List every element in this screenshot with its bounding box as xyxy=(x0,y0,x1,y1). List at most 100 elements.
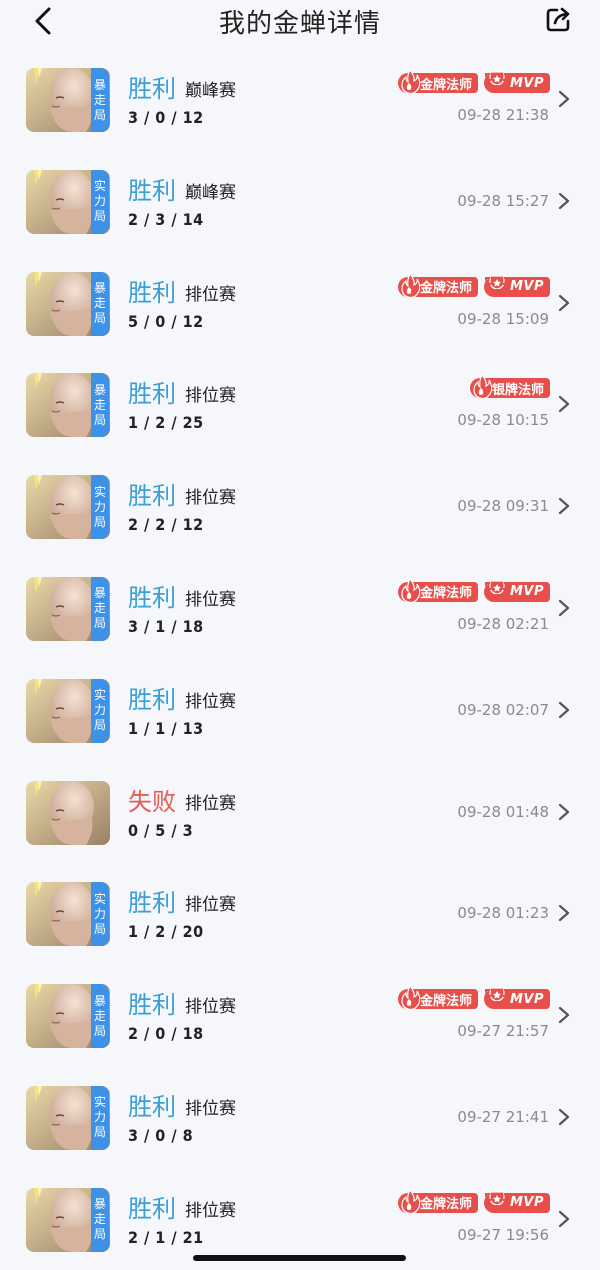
game-type: 排位赛 xyxy=(185,488,236,509)
mode-tag-char: 走 xyxy=(93,92,106,107)
mode-tag: 暴走局 xyxy=(91,271,109,336)
kda-score: 1 / 1 / 13 xyxy=(128,718,204,738)
kda-score: 3 / 1 / 18 xyxy=(128,616,204,636)
medal-badge: 银牌法师 xyxy=(469,374,550,400)
match-time: 09-28 02:21 xyxy=(457,614,549,633)
hero-portrait-icon xyxy=(26,780,110,845)
mode-tag-char: 走 xyxy=(93,1008,106,1023)
game-type: 排位赛 xyxy=(185,386,236,407)
trophy-icon xyxy=(484,1191,509,1212)
kda-score: 3 / 0 / 12 xyxy=(128,108,204,127)
medal-badge: 金牌法师 xyxy=(397,69,478,95)
mode-tag-char: 局 xyxy=(93,921,106,936)
chevron-right-icon xyxy=(558,905,570,922)
badge-group: 金牌法师 MVP xyxy=(397,577,550,604)
mode-tag-char: 暴 xyxy=(93,1197,106,1212)
medal-badge: 金牌法师 xyxy=(397,577,478,604)
match-result: 胜利 xyxy=(128,75,176,103)
mode-tag-char: 暴 xyxy=(93,586,106,601)
chevron-right-icon xyxy=(558,294,570,311)
mode-tag-char: 局 xyxy=(93,209,106,224)
match-row[interactable]: 暴走局 胜利 排位赛 5 / 0 / 12 金牌法师 MVP 09-28 15:09 xyxy=(0,252,600,354)
match-row[interactable]: 暴走局 胜利 排位赛 1 / 2 / 25 银牌法师 09-28 10:15 xyxy=(0,353,600,455)
mode-tag-char: 实 xyxy=(93,688,106,703)
match-row[interactable]: 暴走局 胜利 巅峰赛 3 / 0 / 12 金牌法师 MVP 09-28 21:38 xyxy=(0,48,600,150)
page-title: 我的金蝉详情 xyxy=(218,9,381,39)
mode-tag-char: 力 xyxy=(93,703,106,718)
badge-group: 金牌法师 MVP xyxy=(397,69,550,95)
match-row[interactable]: 失败 排位赛 0 / 5 / 3 09-28 01:48 xyxy=(0,761,600,863)
badge-label: 金牌法师 xyxy=(419,77,472,93)
match-result: 胜利 xyxy=(128,482,176,511)
mvp-badge: MVP xyxy=(483,274,550,297)
match-result: 胜利 xyxy=(128,1092,176,1121)
mode-tag-char: 局 xyxy=(93,718,106,733)
flame-icon xyxy=(401,1188,420,1214)
match-result: 胜利 xyxy=(128,380,176,409)
kda-score: 0 / 5 / 3 xyxy=(128,820,194,840)
mode-tag-char: 暴 xyxy=(93,993,106,1008)
game-type: 排位赛 xyxy=(185,1200,236,1221)
mode-tag-char: 实 xyxy=(93,484,106,499)
kda-score: 2 / 0 / 18 xyxy=(128,1024,204,1044)
mvp-badge: MVP xyxy=(483,580,550,602)
badge-label: MVP xyxy=(509,991,544,1007)
badge-label: MVP xyxy=(509,279,544,295)
mvp-badge: MVP xyxy=(483,71,550,93)
match-row[interactable]: 暴走局 胜利 排位赛 2 / 0 / 18 金牌法师 MVP 09-27 21:57 xyxy=(0,964,600,1066)
kda-score: 1 / 2 / 25 xyxy=(128,413,204,433)
match-row[interactable]: 实力局 胜利 巅峰赛 2 / 3 / 14 09-28 15:27 xyxy=(0,150,600,252)
mode-tag: 实力局 xyxy=(91,678,109,743)
share-icon xyxy=(546,7,570,32)
trophy-icon xyxy=(484,71,509,92)
trophy-icon xyxy=(484,580,509,601)
chevron-right-icon xyxy=(558,803,570,820)
match-result: 胜利 xyxy=(128,685,176,714)
badge-label: 金牌法师 xyxy=(419,281,472,297)
badge-label: MVP xyxy=(509,75,544,91)
match-row[interactable]: 暴走局 胜利 排位赛 3 / 1 / 18 金牌法师 MVP 09-28 02:21 xyxy=(0,557,600,659)
mode-tag-char: 局 xyxy=(93,107,106,122)
mode-tag-char: 局 xyxy=(93,1023,106,1038)
match-time: 09-28 15:27 xyxy=(457,191,549,210)
match-time: 09-28 09:31 xyxy=(457,497,549,516)
badge-label: 金牌法师 xyxy=(419,993,472,1009)
chevron-right-icon xyxy=(558,701,570,718)
game-type: 排位赛 xyxy=(185,997,236,1018)
mode-tag-char: 走 xyxy=(93,1212,106,1227)
match-row[interactable]: 实力局 胜利 排位赛 1 / 2 / 20 09-28 01:23 xyxy=(0,862,600,964)
kda-score: 5 / 0 / 12 xyxy=(128,311,204,331)
flame-icon xyxy=(401,272,420,298)
mode-tag: 实力局 xyxy=(91,1085,109,1150)
mode-tag-char: 局 xyxy=(93,514,106,529)
match-time: 09-28 15:09 xyxy=(457,309,549,328)
kda-score: 1 / 2 / 20 xyxy=(128,922,204,942)
medal-badge: 金牌法师 xyxy=(397,272,478,298)
match-row[interactable]: 实力局 胜利 排位赛 1 / 1 / 13 09-28 02:07 xyxy=(0,659,600,761)
mode-tag-char: 局 xyxy=(93,412,106,427)
game-type: 巅峰赛 xyxy=(185,182,236,203)
kda-score: 2 / 3 / 14 xyxy=(128,209,204,229)
game-type: 排位赛 xyxy=(185,284,236,305)
match-result: 胜利 xyxy=(128,991,176,1020)
mode-tag-char: 局 xyxy=(93,1227,106,1242)
match-row[interactable]: 实力局 胜利 排位赛 3 / 0 / 8 09-27 21:41 xyxy=(0,1066,600,1168)
mode-tag: 暴走局 xyxy=(91,1187,109,1252)
badge-label: MVP xyxy=(509,1195,544,1211)
badge-label: 银牌法师 xyxy=(491,382,544,398)
mode-tag-char: 走 xyxy=(93,296,106,311)
flame-icon xyxy=(401,69,420,95)
mode-tag-char: 局 xyxy=(93,1125,106,1140)
badge-label: 金牌法师 xyxy=(419,1197,472,1213)
match-time: 09-27 21:41 xyxy=(457,1107,549,1126)
match-time: 09-28 01:23 xyxy=(457,904,549,923)
game-type: 巅峰赛 xyxy=(185,81,236,101)
chevron-right-icon xyxy=(558,1007,570,1024)
kda-score: 3 / 0 / 8 xyxy=(128,1125,194,1145)
match-row[interactable]: 实力局 胜利 排位赛 2 / 2 / 12 09-28 09:31 xyxy=(0,455,600,557)
home-indicator[interactable] xyxy=(193,1255,406,1261)
chevron-right-icon xyxy=(558,498,570,515)
match-time: 09-28 01:48 xyxy=(457,802,549,821)
mode-tag-char: 力 xyxy=(93,906,106,921)
share-button[interactable] xyxy=(543,5,573,35)
